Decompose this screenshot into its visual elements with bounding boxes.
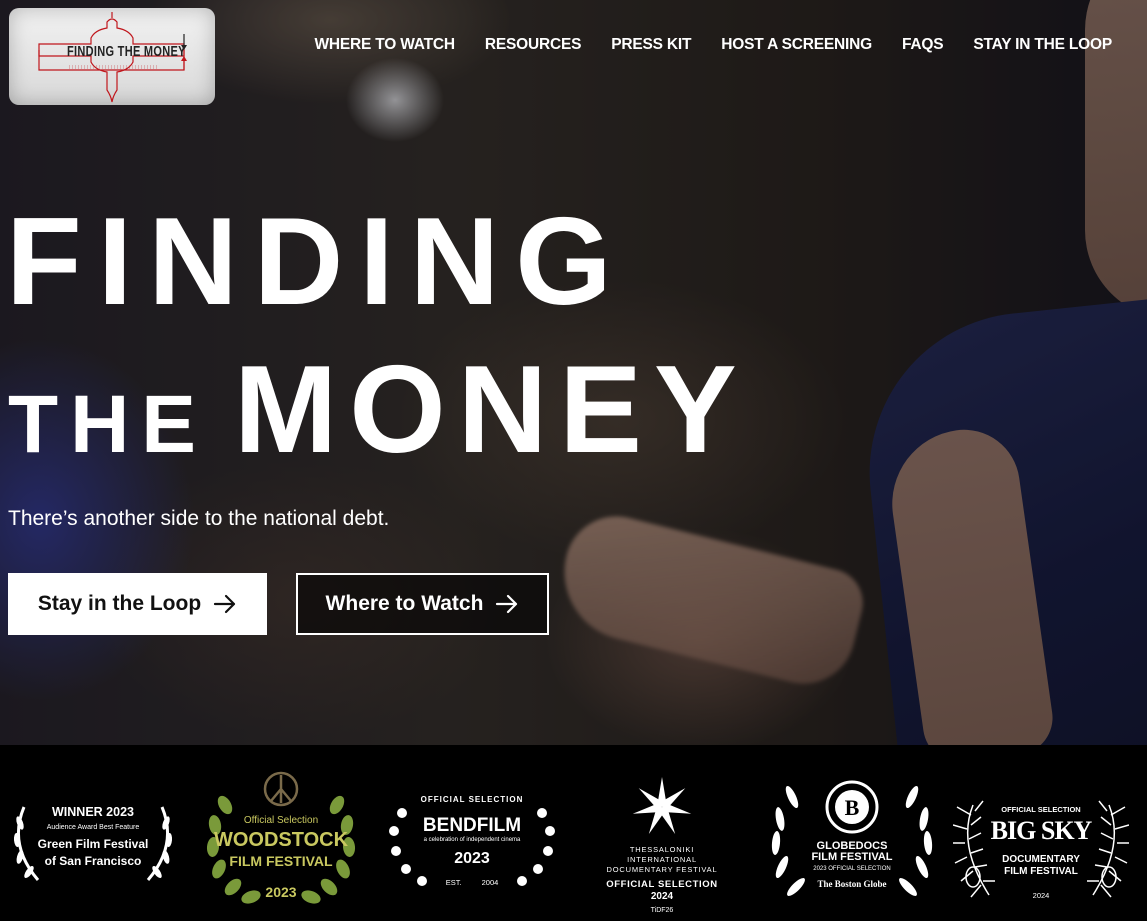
logo-text: FINDING THE MONEY xyxy=(67,44,186,60)
laurel-1-line2: Audience Award Best Feature xyxy=(46,824,140,831)
laurel-3-line2: BENDFILM xyxy=(422,815,522,836)
laurel-6-line5: 2024 xyxy=(1032,891,1050,900)
laurel-6-line4: FILM FESTIVAL xyxy=(1004,866,1078,877)
hero-tagline: There’s another side to the national deb… xyxy=(8,507,390,530)
hero-title-finding: FINDING xyxy=(6,193,628,331)
laurel-4-line3: DOCUMENTARY FESTIVAL xyxy=(606,865,718,874)
laurel-thessaloniki: THESSALONIKI INTERNATIONAL DOCUMENTARY F… xyxy=(592,745,732,921)
laurel-2-line4: 2023 xyxy=(265,884,297,900)
laurel-big-sky: OFFICIAL SELECTION BIG SKY DOCUMENTARY F… xyxy=(953,745,1129,921)
laurel-4-line4: OFFICIAL SELECTION xyxy=(606,879,718,890)
nav-press-kit[interactable]: PRESS KIT xyxy=(611,36,691,54)
laurel-bendfilm: OFFICIAL SELECTION BENDFILM a celebratio… xyxy=(386,745,558,921)
laurel-wreath-icon xyxy=(13,806,173,881)
arrow-right-icon xyxy=(214,594,236,614)
nav-stay-in-the-loop[interactable]: STAY IN THE LOOP xyxy=(973,36,1112,54)
laurel-1-line4: of San Francisco xyxy=(44,854,142,868)
festival-laurels: WINNER 2023 Audience Award Best Feature … xyxy=(0,745,1147,921)
laurel-2-line1: Official Selection xyxy=(243,815,319,826)
nav-faqs[interactable]: FAQS xyxy=(902,36,944,54)
laurel-2-line3: FILM FESTIVAL xyxy=(229,853,333,869)
laurel-4-line6: TiDF26 xyxy=(650,907,674,914)
laurel-5-line2: FILM FESTIVAL xyxy=(811,851,893,863)
hero-title-the: THE xyxy=(8,379,208,470)
laurel-3-line1: OFFICIAL SELECTION xyxy=(420,795,524,804)
laurel-4-line1: THESSALONIKI xyxy=(629,845,695,854)
laurel-wreath-icon: B xyxy=(771,780,933,896)
hero-title-money: MONEY xyxy=(234,341,749,479)
laurel-globedocs: B GLOBEDOCS FILM FESTIVAL 2023 OFFICIAL … xyxy=(764,745,940,921)
page: FINDING THE MONEY WHERE TO WATCH RESOURC… xyxy=(0,0,1147,921)
where-to-watch-label: Where to Watch xyxy=(325,592,484,615)
laurel-1-line1: WINNER 2023 xyxy=(52,805,134,819)
laurel-4-line5: 2024 xyxy=(650,891,674,902)
laurel-green-film-festival: WINNER 2023 Audience Award Best Feature … xyxy=(8,745,178,921)
laurel-3-line3: a celebration of independent cinema xyxy=(423,837,521,843)
laurel-2-line2: WOODSTOCK xyxy=(213,829,349,851)
main-nav: WHERE TO WATCH RESOURCES PRESS KIT HOST … xyxy=(314,36,1112,54)
laurel-6-line2: BIG SKY xyxy=(990,816,1093,845)
svg-text:B: B xyxy=(845,795,860,820)
site-logo[interactable]: FINDING THE MONEY xyxy=(9,8,215,105)
where-to-watch-button[interactable]: Where to Watch xyxy=(296,573,549,635)
stay-in-the-loop-button[interactable]: Stay in the Loop xyxy=(8,573,267,635)
laurel-6-line3: DOCUMENTARY xyxy=(1002,854,1080,865)
stay-in-the-loop-label: Stay in the Loop xyxy=(37,592,202,615)
hero-title-the-money: THE MONEY xyxy=(8,348,749,472)
nav-where-to-watch[interactable]: WHERE TO WATCH xyxy=(314,36,455,54)
laurel-3-line5: EST. 2004 xyxy=(445,878,499,887)
laurel-5-line3: 2023 OFFICIAL SELECTION xyxy=(813,866,891,872)
laurel-woodstock-film-festival: Official Selection WOODSTOCK FILM FESTIV… xyxy=(203,745,359,921)
laurel-3-line4: 2023 xyxy=(454,850,490,867)
arrow-right-icon xyxy=(496,594,518,614)
laurel-1-line3: Green Film Festival xyxy=(37,837,149,851)
laurel-4-line2: INTERNATIONAL xyxy=(627,855,697,864)
laurel-5-line4: The Boston Globe xyxy=(817,879,887,889)
laurel-6-line1: OFFICIAL SELECTION xyxy=(1001,805,1081,814)
nav-host-a-screening[interactable]: HOST A SCREENING xyxy=(721,36,872,54)
nav-resources[interactable]: RESOURCES xyxy=(485,36,582,54)
